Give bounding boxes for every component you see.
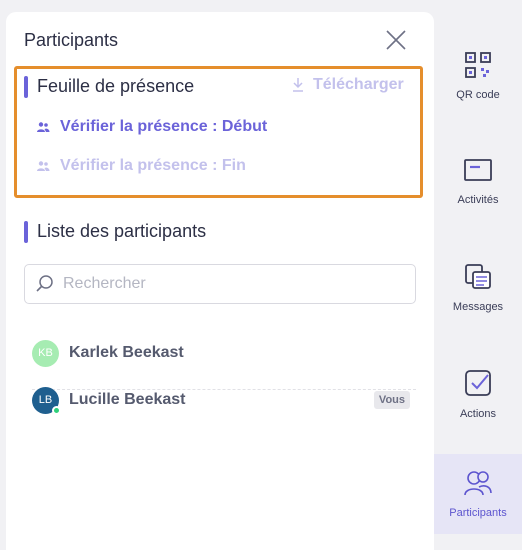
- close-icon: [386, 30, 406, 50]
- sidebar-item-qr-code[interactable]: QR code: [434, 36, 522, 116]
- participant-row[interactable]: KB Karlek Beekast: [32, 332, 416, 374]
- sidebar-item-label: Activités: [457, 194, 499, 206]
- sidebar-item-actions[interactable]: Actions: [434, 354, 522, 434]
- check-attendance-start-link[interactable]: Vérifier la présence : Début: [36, 118, 267, 136]
- participants-panel: Participants Feuille de présence Télécha…: [6, 12, 434, 550]
- sidebar-item-participants[interactable]: Participants: [434, 454, 522, 534]
- attendance-title: Feuille de présence: [37, 76, 195, 96]
- participant-name: Lucille Beekast: [69, 391, 186, 408]
- participants-icon: [464, 471, 492, 496]
- qr-code-icon: [465, 52, 491, 78]
- you-badge: Vous: [373, 391, 410, 409]
- participant-row[interactable]: LB Lucille Beekast Vous: [32, 379, 416, 421]
- download-button[interactable]: Télécharger: [291, 76, 404, 94]
- sidebar-item-activities[interactable]: Activités: [434, 142, 522, 222]
- download-label: Télécharger: [313, 76, 404, 93]
- avatar-initials: LB: [38, 394, 53, 406]
- group-icon: [37, 161, 50, 171]
- check-start-label: Vérifier la présence : Début: [60, 118, 268, 135]
- group-icon: [37, 122, 50, 132]
- messages-icon: [465, 264, 491, 289]
- sidebar-item-label: Participants: [449, 507, 507, 519]
- participants-section-bar: [24, 221, 28, 243]
- sidebar-item-label: QR code: [456, 89, 500, 101]
- sidebar-item-messages[interactable]: Messages: [434, 248, 522, 328]
- check-end-label: Vérifier la présence : Fin: [60, 157, 246, 174]
- avatar: KB: [32, 339, 59, 367]
- online-status-dot: [52, 405, 61, 415]
- attendance-section-bar: [24, 76, 28, 98]
- participant-name: Karlek Beekast: [69, 344, 184, 361]
- avatar: LB: [32, 386, 61, 415]
- download-icon: [293, 78, 303, 92]
- close-button[interactable]: [384, 28, 408, 52]
- search-box: [24, 264, 416, 304]
- check-attendance-end-link[interactable]: Vérifier la présence : Fin: [36, 157, 246, 175]
- search-icon: [36, 275, 53, 292]
- activities-icon: [464, 159, 492, 181]
- sidebar-item-label: Actions: [459, 408, 497, 420]
- actions-checkbox-icon: [465, 370, 491, 396]
- participants-list-title: Liste des participants: [37, 221, 207, 241]
- search-input[interactable]: [63, 275, 403, 293]
- avatar-initials: KB: [38, 347, 53, 359]
- sidebar-item-label: Messages: [452, 301, 504, 313]
- panel-title: Participants: [24, 30, 119, 50]
